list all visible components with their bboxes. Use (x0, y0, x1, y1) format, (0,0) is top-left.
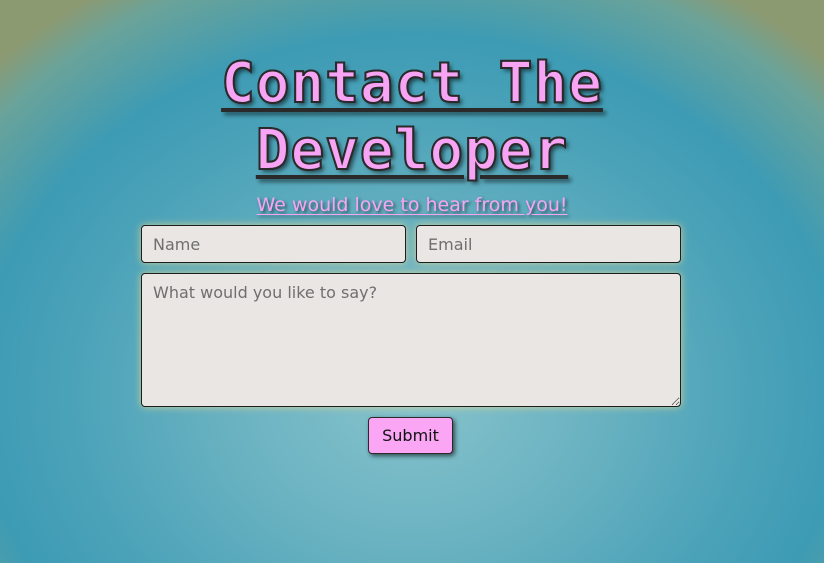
submit-button[interactable]: Submit (368, 417, 453, 454)
contact-page: Contact The Developer We would love to h… (0, 0, 824, 563)
page-title-line-1: Contact The (220, 50, 603, 117)
page-title: Contact The Developer (0, 50, 824, 184)
page-subtitle: We would love to hear from you! (256, 194, 568, 216)
message-field[interactable] (141, 273, 681, 407)
page-title-line-2: Developer (255, 117, 569, 184)
email-field[interactable] (416, 225, 681, 263)
name-field[interactable] (141, 225, 406, 263)
